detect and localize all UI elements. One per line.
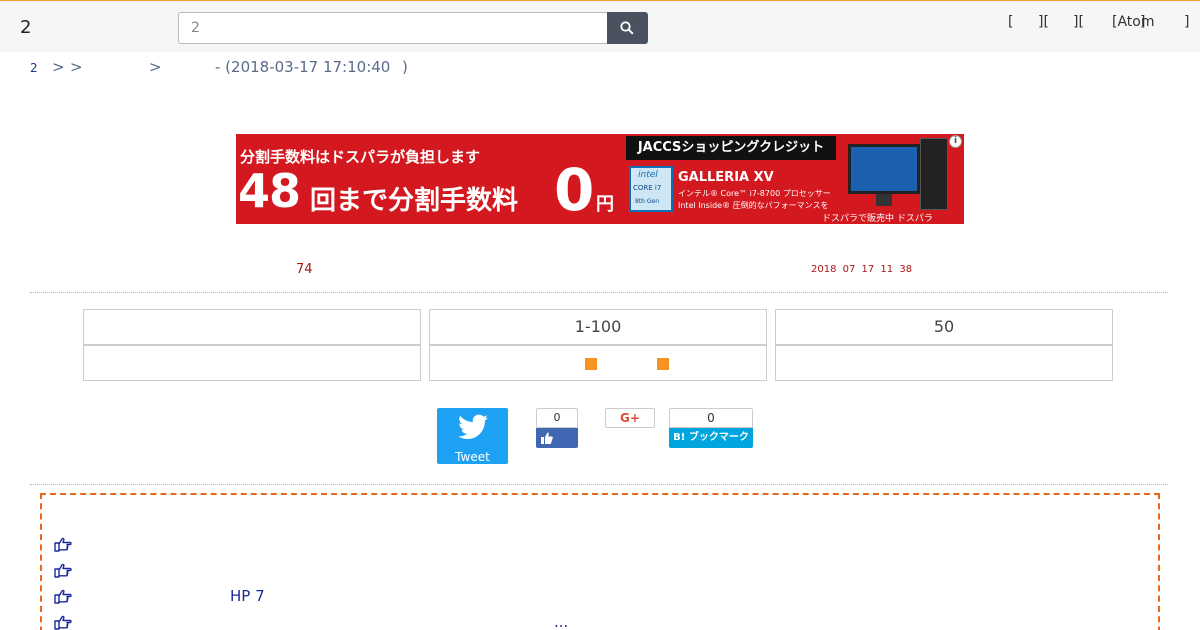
header-link-1[interactable]: [ <box>1008 14 1013 30</box>
related-articles: HP 7 ... <box>40 493 1160 630</box>
pc-tower-image <box>920 138 948 210</box>
ad-inside-text: Intel Inside® 圧倒的なパフォーマンスを <box>678 201 829 210</box>
search-button[interactable] <box>607 12 648 44</box>
orange-square-icon <box>585 358 597 370</box>
nav-cell-middle[interactable] <box>429 345 767 381</box>
breadcrumb-separator: > <box>149 58 162 76</box>
ad-main-text: 回まで分割手数料 <box>310 186 519 216</box>
intel-badge: intel CORE i7 8th Gen <box>629 166 673 212</box>
list-item[interactable]: ... <box>54 613 1144 630</box>
header-link-2[interactable]: ][ <box>1038 14 1049 30</box>
site-title[interactable]: 2 <box>20 17 31 38</box>
breadcrumb-close: ) <box>402 58 408 76</box>
ad-banner[interactable]: 分割手数料はドスパラが負担します 48 回まで分割手数料 0 円 JACCSショ… <box>236 134 964 224</box>
tweet-button[interactable]: Tweet <box>437 408 508 464</box>
list-item-text[interactable]: ... <box>554 613 568 630</box>
pointing-hand-icon <box>54 537 72 552</box>
breadcrumb-separator: > <box>70 58 83 76</box>
nav-cell-next[interactable] <box>775 345 1113 381</box>
monitor-stand <box>876 194 892 206</box>
intel-gen: 8th Gen <box>635 198 660 205</box>
divider <box>30 484 1168 485</box>
facebook-like-button[interactable] <box>536 428 578 448</box>
list-item[interactable] <box>54 535 1144 555</box>
pointing-hand-icon <box>54 589 72 604</box>
orange-square-icon <box>657 358 669 370</box>
monitor-image <box>848 144 920 194</box>
ad-jaccs-label: JACCSショッピングクレジット <box>626 136 836 160</box>
ad-info-icon[interactable]: i <box>949 135 962 148</box>
divider <box>30 292 1168 293</box>
google-plus-button[interactable]: G+ <box>605 408 655 428</box>
page: 2 [ ][ ][ [Atom ] ] 2 > > > - (2018-03-1… <box>0 0 1200 630</box>
response-count: 74 <box>296 262 313 277</box>
breadcrumb-timestamp: - (2018-03-17 17:10:40 <box>215 58 391 76</box>
nav-cell-range[interactable]: 1-100 <box>429 309 767 345</box>
intel-model: CORE i7 <box>633 184 662 192</box>
search-input[interactable] <box>178 12 608 44</box>
hatena-bookmark-button[interactable]: B! ブックマーク <box>669 428 753 448</box>
header-link-5[interactable]: ] <box>1140 14 1145 30</box>
tweet-label: Tweet <box>455 450 490 464</box>
header-link-3[interactable]: ][ <box>1073 14 1084 30</box>
list-item[interactable] <box>54 561 1144 581</box>
nav-cell-latest[interactable]: 50 <box>775 309 1113 345</box>
nav-cell-first[interactable] <box>83 309 421 345</box>
ad-big-number: 48 <box>238 164 301 218</box>
twitter-bird-icon <box>458 414 488 439</box>
facebook-like-count: 0 <box>536 408 578 428</box>
ad-zero: 0 <box>554 156 595 224</box>
ad-cpu-text: インテル® Core™ i7-8700 プロセッサー <box>678 189 831 198</box>
intel-brand: intel <box>638 170 658 180</box>
pointing-hand-icon <box>54 615 72 630</box>
ad-yen: 円 <box>596 194 614 215</box>
atom-link[interactable]: [Atom <box>1112 14 1155 30</box>
last-updated: 2018 07 17 11 38 <box>811 264 913 275</box>
thumbs-up-icon <box>541 432 553 444</box>
ad-dospara-text: ドスパラで販売中 ドスパラ <box>822 214 933 224</box>
list-item[interactable]: HP 7 <box>54 587 1144 607</box>
list-item-text[interactable]: HP 7 <box>230 587 265 605</box>
header-link-6[interactable]: ] <box>1184 14 1189 30</box>
breadcrumb-separator: > <box>52 58 65 76</box>
breadcrumb-home[interactable]: 2 <box>30 61 38 75</box>
pointing-hand-icon <box>54 563 72 578</box>
nav-cell-prev[interactable] <box>83 345 421 381</box>
search-icon <box>620 21 634 35</box>
header: 2 [ ][ ][ [Atom ] ] <box>0 0 1200 52</box>
ad-product-name: GALLERIA XV <box>678 170 774 185</box>
hatena-bookmark-count: 0 <box>669 408 753 428</box>
